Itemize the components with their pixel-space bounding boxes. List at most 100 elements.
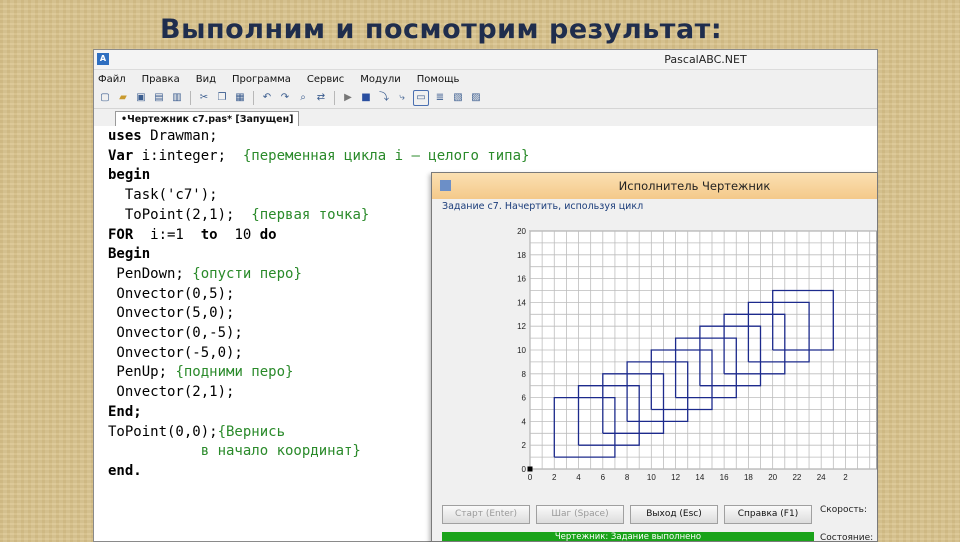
toolbar-separator — [190, 91, 191, 105]
menu-modules[interactable]: Модули — [360, 74, 400, 85]
code-line: Var i:integer; {переменная цикла i – цел… — [108, 148, 529, 164]
x-tick-label: 22 — [792, 473, 801, 482]
x-tick-label: 20 — [768, 473, 777, 482]
task-description: Задание c7. Начертить, используя цикл — [442, 201, 644, 212]
run-icon[interactable]: ▶ — [341, 91, 355, 105]
breakpoint-icon[interactable]: ▨ — [469, 91, 483, 105]
code-token: begin — [108, 167, 151, 184]
code-token: uses Drawman; — [108, 128, 218, 144]
x-tick-label: 2 — [843, 473, 848, 482]
exit-button[interactable]: Выход (Esc) — [630, 505, 718, 524]
menubar: Файл Правка Вид Программа Сервис Модули … — [94, 70, 877, 88]
toolbar-separator — [334, 91, 335, 105]
undo-icon[interactable]: ↶ — [260, 91, 274, 105]
replace-icon[interactable]: ⇄ — [314, 91, 328, 105]
x-tick-label: 0 — [528, 473, 533, 482]
code-line: end. — [108, 463, 142, 479]
menu-edit[interactable]: Правка — [142, 74, 180, 85]
code-token: end. — [108, 462, 142, 479]
code-token: {подними перо} — [175, 364, 294, 381]
redo-icon[interactable]: ↷ — [278, 91, 292, 105]
code-token: Onvector(0,-5); — [108, 325, 243, 341]
code-token: ToPoint(0,0); — [108, 423, 218, 440]
code-keyword: uses — [108, 128, 142, 144]
x-tick-label: 24 — [817, 473, 826, 482]
y-tick-label: 20 — [517, 227, 526, 236]
menu-service[interactable]: Сервис — [307, 74, 344, 85]
code-token: Drawman; — [141, 128, 218, 144]
x-tick-label: 14 — [695, 473, 704, 482]
compile-icon[interactable]: ▧ — [451, 91, 465, 105]
code-line: Begin — [108, 246, 150, 262]
code-line: Onvector(5,0); — [108, 305, 234, 321]
ide-title: PascalABC.NET — [664, 53, 747, 66]
code-token: Onvector(2,1); — [108, 384, 235, 401]
code-line: PenDown; {опусти перо} — [108, 266, 301, 282]
save-all-icon[interactable]: ▤ — [152, 91, 166, 105]
menu-view[interactable]: Вид — [196, 74, 216, 85]
code-token: {Вернись — [217, 423, 286, 440]
code-token: Onvector(5,0); — [108, 305, 235, 322]
code-token: {переменная цикла i – целого типа} — [242, 147, 530, 164]
state-label: Состояние: — [820, 533, 874, 542]
x-tick-label: 10 — [647, 473, 656, 482]
x-tick-label: 16 — [720, 473, 729, 482]
x-tick-label: 8 — [625, 473, 630, 482]
code-token: Var — [108, 147, 142, 164]
code-token: do — [259, 226, 277, 243]
code-token: i:integer; — [141, 147, 243, 164]
code-line: End; — [108, 404, 142, 420]
print-icon[interactable]: ▥ — [170, 91, 184, 105]
tab-file[interactable]: •Чертежник c7.pas* [Запущен] — [115, 111, 300, 127]
code-line: Onvector(-5,0); — [108, 345, 242, 361]
start-button[interactable]: Старт (Enter) — [442, 505, 530, 524]
drawman-titlebar: Исполнитель Чертежник — [432, 173, 877, 199]
y-tick-label: 0 — [522, 465, 527, 474]
stop-icon[interactable]: ■ — [359, 91, 373, 105]
find-icon[interactable]: ⌕ — [296, 91, 310, 105]
step-button[interactable]: Шаг (Space) — [536, 505, 624, 524]
code-token: Task('c7'); — [108, 187, 218, 204]
y-tick-label: 6 — [522, 394, 527, 403]
cut-icon[interactable]: ✂ — [197, 91, 211, 105]
code-line: Onvector(0,-5); — [108, 325, 243, 341]
y-tick-label: 14 — [517, 298, 526, 307]
open-folder-icon[interactable]: ▰ — [116, 91, 130, 105]
paste-icon[interactable]: ▦ — [233, 91, 247, 105]
x-tick-label: 4 — [576, 473, 581, 482]
y-tick-label: 18 — [517, 251, 526, 260]
code-token: в начало координат} — [108, 443, 361, 460]
new-file-icon[interactable]: ▢ — [98, 91, 112, 105]
menu-program[interactable]: Программа — [232, 74, 291, 85]
code-line: ToPoint(2,1); {первая точка} — [108, 207, 369, 223]
code-line: Onvector(0,5); — [108, 286, 234, 302]
code-token: {первая точка} — [251, 206, 370, 223]
status-bar: Чертежник: Задание выполнено — [442, 532, 814, 541]
help-button[interactable]: Справка (F1) — [724, 505, 812, 524]
code-line: Task('c7'); — [108, 187, 218, 203]
code-line: ToPoint(0,0);{Вернись — [108, 424, 285, 440]
code-token: Begin — [108, 246, 151, 263]
drawing-plot: 024681012141618200 2 4 6 8 10 12 14 16 18 20 22 24 2 — [517, 227, 877, 482]
save-icon[interactable]: ▣ — [134, 91, 148, 105]
output-window-icon[interactable]: ▭ — [413, 90, 429, 106]
x-tick-label: 12 — [671, 473, 680, 482]
copy-icon[interactable]: ❐ — [215, 91, 229, 105]
speed-label: Скорость: — [820, 505, 867, 515]
code-token: FOR — [108, 226, 142, 243]
menu-help[interactable]: Помощь — [417, 74, 460, 85]
ide-titlebar: A PascalABC.NET — [94, 50, 877, 70]
format-icon[interactable]: ≣ — [433, 91, 447, 105]
y-tick-label: 16 — [517, 275, 526, 284]
y-tick-label: 10 — [517, 346, 526, 355]
step-icon[interactable]: ⤷ — [395, 91, 409, 105]
code-token: 10 — [217, 226, 260, 243]
menu-file[interactable]: Файл — [98, 74, 126, 85]
drawing-canvas: 0 2 4 6 8 10 12 14 16 18 20 0 2 4 6 8 10 12 14 16 18 20 22 24 2 — [432, 217, 877, 487]
debug-icon[interactable]: ⤵ — [377, 91, 391, 105]
toolbar-separator — [253, 91, 254, 105]
control-buttons: Старт (Enter) Шаг (Space) Выход (Esc) Сп… — [442, 505, 818, 524]
drawman-title: Исполнитель Чертежник — [618, 179, 771, 193]
y-tick-label: 2 — [522, 441, 527, 450]
drawman-window: Исполнитель Чертежник Задание c7. Начерт… — [431, 172, 878, 542]
